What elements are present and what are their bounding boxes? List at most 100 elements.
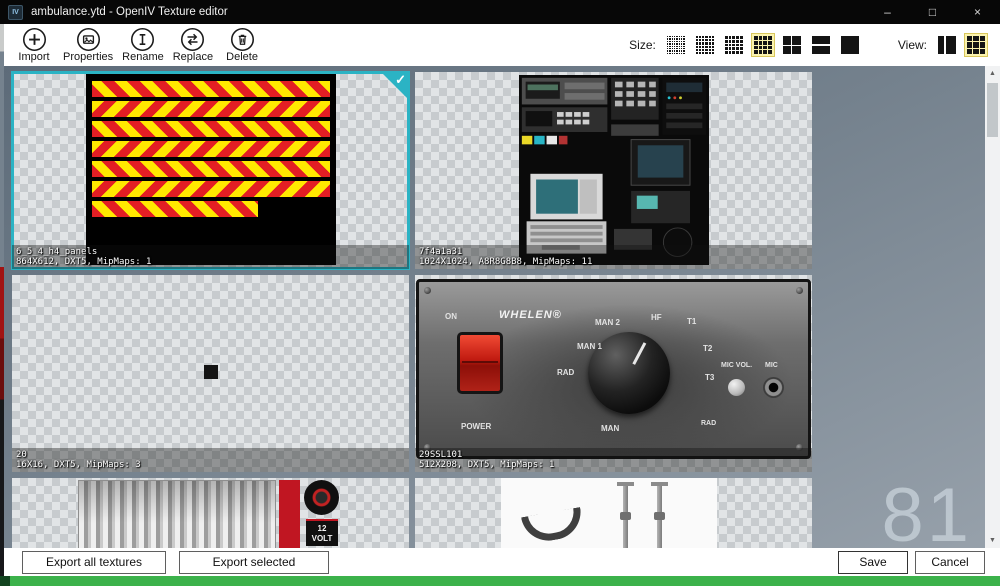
texture-preview-small-square: [204, 365, 218, 379]
headlight-ribs: [78, 480, 276, 548]
tile-stretcher-partial[interactable]: [415, 478, 812, 548]
volt-badge-line1: 12: [306, 524, 338, 534]
panel-mic-volume-knob: [728, 379, 745, 396]
rename-icon: [130, 27, 155, 52]
panel-power-switch: [457, 332, 503, 394]
close-button[interactable]: ×: [955, 0, 1000, 24]
delete-label: Delete: [226, 52, 258, 63]
panel-mic-label: MIC: [765, 362, 778, 369]
tile-20[interactable]: 20 16X16, DXT5, MipMaps: 3: [12, 275, 409, 472]
scrollbar-thumb[interactable]: [987, 83, 998, 137]
texture-name: 6_5_4_h4_panels: [16, 247, 405, 257]
texture-preview-headlight: 12 VOLT: [78, 478, 340, 548]
volt-badge-line2: VOLT: [306, 534, 338, 544]
window-controls: – □ ×: [865, 0, 1000, 24]
tile-label: 29SSL101 512X208, DXT5, MipMaps: 1: [415, 448, 812, 472]
texture-info: 1024X1024, A8R8G8B8, MipMaps: 11: [419, 257, 808, 267]
export-selected-button[interactable]: Export selected: [179, 551, 329, 574]
tile-6-5-4-h4-panels[interactable]: ✓ 6_5_4_h4_panels 864X612, DXT5, MipMaps…: [12, 72, 409, 269]
desktop-bottom-strip: [0, 576, 1000, 586]
tile-29ssl101[interactable]: ON WHELEN® POWER MAN 2 HF T1 MAN 1 T2 RA…: [415, 275, 812, 472]
size-grid-2-icon[interactable]: [780, 33, 804, 57]
texture-info: 512X208, DXT5, MipMaps: 1: [419, 460, 808, 470]
view-grid-icon-selected[interactable]: [964, 33, 988, 57]
view-split-icon[interactable]: [935, 33, 959, 57]
openiv-app-icon: IV: [8, 5, 23, 20]
texture-preview-whelen-panel: ON WHELEN® POWER MAN 2 HF T1 MAN 1 T2 RA…: [416, 279, 811, 459]
minimize-button[interactable]: –: [865, 0, 910, 24]
toolbar: Import Properties Rename Replace Delete: [4, 24, 1000, 66]
scroll-down-icon[interactable]: ▼: [985, 533, 1000, 548]
delete-trash-icon: [230, 27, 255, 52]
texture-preview-equipment-collage: [519, 75, 709, 269]
window-title: ambulance.ytd - OpenIV Texture editor: [31, 6, 228, 18]
texture-grid-area: 81 ✓ 6_5_4_h4_panels 864X612, DXT5, Mi: [4, 66, 1000, 548]
texture-preview-chevron-panels: [86, 74, 336, 265]
size-grid-5-icon[interactable]: [722, 33, 746, 57]
import-label: Import: [18, 52, 49, 63]
replace-button[interactable]: Replace: [173, 27, 213, 63]
size-label: Size:: [629, 38, 656, 52]
background-watermark: 81: [881, 478, 972, 548]
panel-t2-label: T2: [703, 344, 712, 353]
delete-button[interactable]: Delete: [222, 27, 262, 63]
maximize-button[interactable]: □: [910, 0, 955, 24]
tile-label: 6_5_4_h4_panels 864X612, DXT5, MipMaps: …: [12, 245, 409, 269]
tile-7f4a1a31[interactable]: 7f4a1a31 1024X1024, A8R8G8B8, MipMaps: 1…: [415, 72, 812, 269]
titlebar: IV ambulance.ytd - OpenIV Texture editor…: [0, 0, 1000, 24]
texture-name: 20: [16, 450, 405, 460]
panel-power-label: POWER: [461, 422, 491, 431]
panel-t3-label: T3: [705, 373, 714, 382]
vertical-scrollbar[interactable]: ▲ ▼: [985, 66, 1000, 548]
size-rows-2-icon[interactable]: [809, 33, 833, 57]
footer-left-group: Export all textures Export selected: [22, 551, 329, 574]
tile-label: 20 16X16, DXT5, MipMaps: 3: [12, 448, 409, 472]
panel-rad-label: RAD: [557, 368, 574, 377]
texture-preview-stretcher: [501, 478, 717, 548]
tile-headlight-partial[interactable]: 12 VOLT: [12, 478, 409, 548]
footer-right-group: Save Cancel: [838, 551, 985, 574]
view-label: View:: [898, 38, 927, 52]
rename-button[interactable]: Rename: [122, 27, 164, 63]
panel-mic-jack: [763, 377, 784, 398]
size-grid-8-icon[interactable]: [664, 33, 688, 57]
panel-t1-label: T1: [687, 317, 696, 326]
size-grid-6-icon[interactable]: [693, 33, 717, 57]
stretcher-pole: [657, 486, 662, 548]
texture-info: 864X612, DXT5, MipMaps: 1: [16, 257, 405, 267]
panel-man-label: MAN: [601, 424, 619, 433]
screen: IV ambulance.ytd - OpenIV Texture editor…: [0, 0, 1000, 586]
panel-rad2-label: RAD: [701, 420, 716, 427]
volt-badge: 12 VOLT: [306, 519, 338, 546]
export-all-textures-button[interactable]: Export all textures: [22, 551, 166, 574]
panel-brand-label: WHELEN®: [499, 309, 562, 321]
panel-on-label: ON: [445, 312, 457, 321]
properties-icon: [76, 27, 101, 52]
tile-label: 7f4a1a31 1024X1024, A8R8G8B8, MipMaps: 1…: [415, 245, 812, 269]
properties-button[interactable]: Properties: [63, 27, 113, 63]
panel-hf-label: HF: [651, 313, 662, 322]
texture-info: 16X16, DXT5, MipMaps: 3: [16, 460, 405, 470]
texture-name: 7f4a1a31: [419, 247, 808, 257]
size-grid-4-icon-selected[interactable]: [751, 33, 775, 57]
cancel-button[interactable]: Cancel: [915, 551, 985, 574]
footer-bar: Export all textures Export selected Save…: [4, 548, 1000, 576]
toolbar-right-group: Size: View:: [629, 33, 988, 57]
headlight-red-strip: [279, 480, 300, 548]
stretcher-pole: [623, 486, 628, 548]
texture-tiles: ✓ 6_5_4_h4_panels 864X612, DXT5, MipMaps…: [12, 72, 812, 548]
import-button[interactable]: Import: [14, 27, 54, 63]
texture-name: 29SSL101: [419, 450, 808, 460]
properties-label: Properties: [63, 52, 113, 63]
replace-swap-icon: [180, 27, 205, 52]
scroll-up-icon[interactable]: ▲: [985, 66, 1000, 81]
stretcher-handle: [521, 507, 585, 545]
save-button[interactable]: Save: [838, 551, 908, 574]
size-single-icon[interactable]: [838, 33, 862, 57]
rename-label: Rename: [122, 52, 164, 63]
import-plus-icon: [22, 27, 47, 52]
panel-mic-vol-label: MIC VOL.: [721, 362, 752, 369]
replace-label: Replace: [173, 52, 213, 63]
headlight-reel-icon: [304, 480, 339, 515]
panel-man1-label: MAN 1: [577, 342, 602, 351]
